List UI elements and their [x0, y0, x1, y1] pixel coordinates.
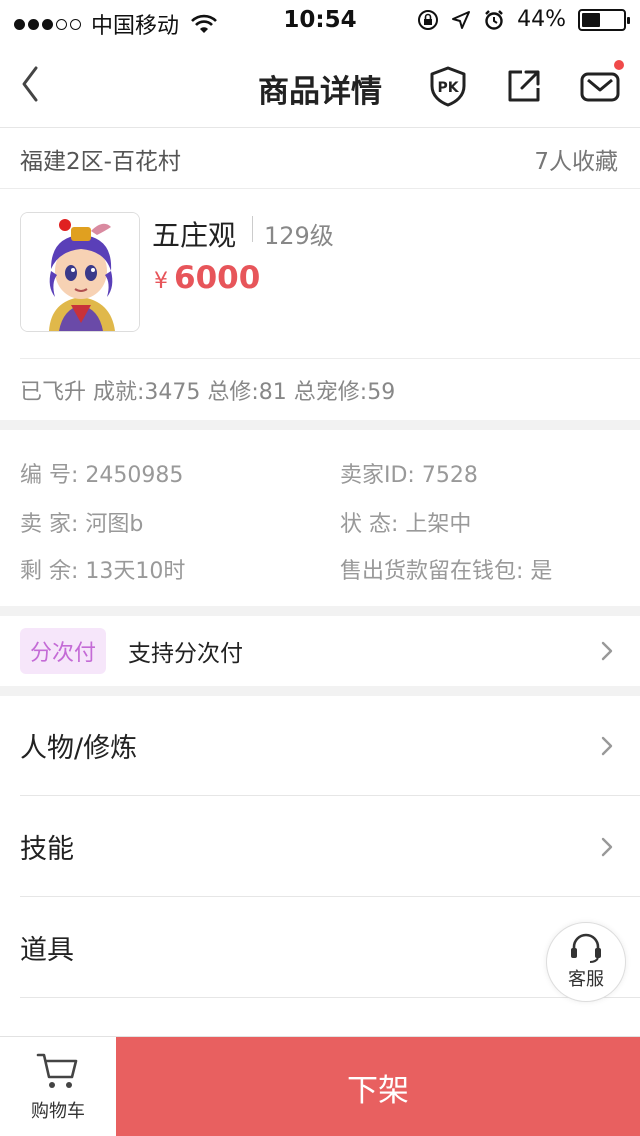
remaining-label: 剩 余:	[20, 559, 79, 584]
cart-label: 购物车	[31, 1101, 85, 1122]
listing-info: 编 号: 2450985 卖家ID: 7528 卖 家: 河图b 状 态: 上架…	[0, 430, 640, 606]
price-value: 6000	[174, 260, 261, 296]
favorites-count: 7人收藏	[534, 148, 618, 175]
installment-text: 支持分次付	[128, 641, 244, 667]
listing-id-value: 2450985	[85, 463, 184, 488]
name-divider	[252, 216, 253, 242]
menu-item-skills[interactable]: 技能	[20, 797, 640, 897]
delist-button[interactable]: 下架	[116, 1037, 640, 1136]
message-button[interactable]	[578, 60, 624, 108]
time-remaining: 剩 余: 13天10时	[20, 553, 185, 585]
installment-tag: 分次付	[20, 628, 107, 674]
remaining-value: 13天10时	[85, 559, 186, 584]
seller-value: 河图b	[85, 512, 144, 537]
installment-row[interactable]: 分次付 支持分次付	[0, 616, 640, 686]
svg-text:PK: PK	[437, 80, 459, 96]
character-school: 五庄观	[152, 219, 237, 252]
headset-icon	[571, 933, 601, 963]
status-bar: 中国移动 10:54 44%	[0, 0, 640, 40]
mail-icon	[580, 72, 620, 102]
menu-item-character[interactable]: 人物/修炼	[20, 696, 640, 796]
shopping-cart-icon	[36, 1053, 78, 1088]
currency-symbol: ¥	[154, 269, 168, 294]
status-right: 44%	[417, 7, 630, 32]
character-portrait-image	[21, 213, 139, 331]
bottom-bar: 购物车 下架	[0, 1036, 640, 1136]
menu-item-label: 技能	[20, 834, 74, 865]
alarm-icon	[485, 9, 503, 30]
section-divider	[0, 420, 640, 430]
nav-bar: 商品详情 PK	[0, 40, 640, 128]
seller-id-value: 7528	[421, 463, 478, 488]
product-summary: 五庄观 129级 ¥ 6000	[0, 190, 640, 358]
character-level: 129级	[264, 222, 334, 250]
chevron-right-icon	[601, 837, 613, 856]
unread-dot	[614, 60, 624, 70]
location-icon	[452, 10, 471, 29]
wallet-setting: 售出货款留在钱包: 是	[340, 553, 552, 585]
server-name: 福建2区-百花村	[20, 148, 181, 175]
character-stats: 已飞升 成就:3475 总修:81 总宠修:59	[20, 358, 640, 420]
listing-id: 编 号: 2450985	[20, 457, 183, 489]
battery-icon	[578, 8, 630, 31]
menu-item-label: 人物/修炼	[20, 733, 138, 764]
seller: 卖 家: 河图b	[20, 506, 143, 538]
rotation-lock-icon	[418, 9, 439, 30]
status-value: 上架中	[405, 512, 472, 537]
listing-status: 状 态: 上架中	[340, 506, 471, 538]
battery-percent: 44%	[517, 7, 566, 32]
menu-item-items[interactable]: 道具	[20, 898, 640, 998]
seller-label: 卖 家:	[20, 512, 79, 537]
customer-service-label: 客服	[568, 969, 604, 990]
wallet-value: 是	[530, 559, 553, 584]
price: ¥ 6000	[154, 260, 260, 296]
customer-service-button[interactable]: 客服	[546, 922, 626, 1002]
character-avatar[interactable]	[20, 212, 140, 332]
seller-id-label: 卖家ID:	[340, 463, 415, 488]
cart-button[interactable]: 购物车	[0, 1037, 116, 1136]
menu-item-label: 道具	[20, 935, 74, 966]
wallet-label: 售出货款留在钱包:	[340, 559, 524, 584]
pk-compare-icon[interactable]: PK	[426, 64, 470, 108]
seller-id: 卖家ID: 7528	[340, 457, 478, 489]
chevron-right-icon	[601, 736, 613, 755]
section-divider	[0, 686, 640, 696]
server-row: 福建2区-百花村 7人收藏	[0, 129, 640, 189]
status-label: 状 态:	[340, 512, 399, 537]
chevron-right-icon	[601, 641, 613, 661]
share-icon[interactable]	[502, 64, 546, 108]
listing-id-label: 编 号:	[20, 463, 79, 488]
section-divider	[0, 606, 640, 616]
